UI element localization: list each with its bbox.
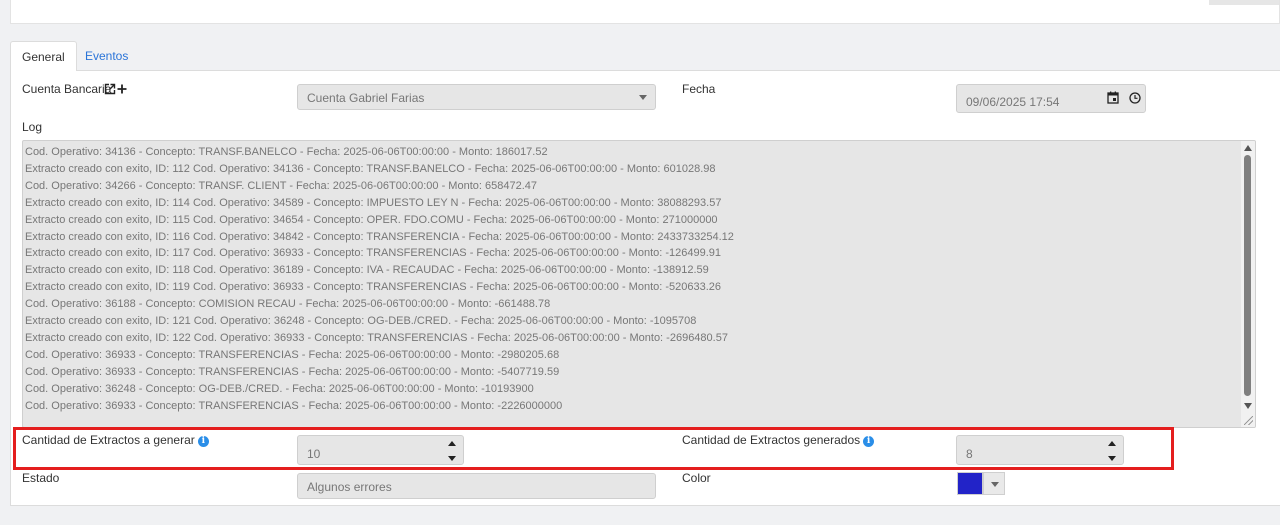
log-line: Cod. Operativo: 36933 - Concepto: TRANSF… xyxy=(25,365,560,378)
estado-field: Algunos errores xyxy=(297,473,656,499)
scroll-down-icon[interactable] xyxy=(1244,403,1252,409)
log-scrollbar[interactable] xyxy=(1241,141,1255,427)
color-label: Color xyxy=(682,471,711,485)
log-line: Cod. Operativo: 36248 - Concepto: OG-DEB… xyxy=(25,382,534,395)
toolbar-corner-button[interactable] xyxy=(1209,0,1279,5)
cuenta-bancaria-label-text: Cuenta Bancaria xyxy=(22,82,112,96)
fecha-input[interactable]: 09/06/2025 17:54 xyxy=(956,84,1146,113)
fecha-label: Fecha xyxy=(682,82,716,96)
color-swatch[interactable] xyxy=(957,472,983,495)
resize-grip-icon[interactable] xyxy=(1244,416,1253,425)
log-line: Cod. Operativo: 36933 - Concepto: TRANSF… xyxy=(25,399,563,412)
log-line: Extracto creado con exito, ID: 114 Cod. … xyxy=(25,196,722,209)
cuenta-bancaria-value: Cuenta Gabriel Farias xyxy=(307,91,425,105)
log-line: Extracto creado con exito, ID: 116 Cod. … xyxy=(25,230,734,243)
log-line: Extracto creado con exito, ID: 117 Cod. … xyxy=(25,247,722,260)
highlight-box xyxy=(13,427,1174,470)
estado-label: Estado xyxy=(22,471,60,485)
cuenta-bancaria-select[interactable]: Cuenta Gabriel Farias xyxy=(297,84,656,110)
chevron-down-icon xyxy=(639,95,647,100)
scroll-up-icon[interactable] xyxy=(1244,145,1252,151)
plus-icon[interactable] xyxy=(117,84,127,94)
top-toolbar xyxy=(10,0,1280,24)
tab-general[interactable]: General xyxy=(10,41,77,72)
clock-icon[interactable] xyxy=(1129,92,1141,104)
calendar-icon[interactable] xyxy=(1107,91,1119,104)
estado-value: Algunos errores xyxy=(307,480,392,494)
tab-strip: General Eventos xyxy=(10,41,1280,72)
log-lines: Cod. Operativo: 34136 - Concepto: TRANSF… xyxy=(25,144,734,415)
cuenta-bancaria-label: Cuenta Bancaria xyxy=(22,82,111,96)
log-line: Extracto creado con exito, ID: 115 Cod. … xyxy=(25,213,718,226)
external-link-icon[interactable] xyxy=(104,83,116,95)
log-line: Cod. Operativo: 36933 - Concepto: TRANSF… xyxy=(25,348,560,361)
log-textarea[interactable]: Cod. Operativo: 34136 - Concepto: TRANSF… xyxy=(22,140,1256,428)
log-line: Extracto creado con exito, ID: 112 Cod. … xyxy=(25,162,716,175)
log-label: Log xyxy=(22,120,43,134)
log-line: Extracto creado con exito, ID: 121 Cod. … xyxy=(25,315,697,328)
tab-eventos[interactable]: Eventos xyxy=(74,41,139,71)
chevron-down-icon xyxy=(991,482,999,487)
color-dropdown-button[interactable] xyxy=(983,472,1005,495)
log-line: Extracto creado con exito, ID: 119 Cod. … xyxy=(25,281,722,294)
log-line: Cod. Operativo: 36188 - Concepto: COMISI… xyxy=(25,298,551,311)
log-line: Extracto creado con exito, ID: 122 Cod. … xyxy=(25,331,728,344)
scroll-thumb[interactable] xyxy=(1244,155,1251,396)
fecha-value: 09/06/2025 17:54 xyxy=(966,95,1060,109)
log-line: Extracto creado con exito, ID: 118 Cod. … xyxy=(25,264,709,277)
log-line: Cod. Operativo: 34266 - Concepto: TRANSF… xyxy=(25,179,537,192)
log-line: Cod. Operativo: 34136 - Concepto: TRANSF… xyxy=(25,146,548,158)
